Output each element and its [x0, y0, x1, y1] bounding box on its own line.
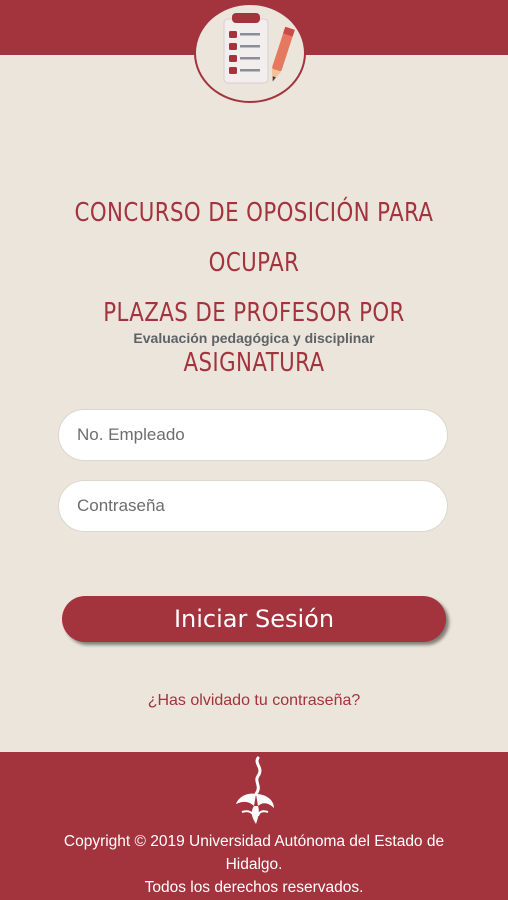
- copyright-line-2: Hidalgo.: [225, 856, 283, 873]
- title-line-1: CONCURSO DE OPOSICIÓN PARA OCUPAR: [74, 198, 434, 278]
- checklist-pencil-icon: [223, 13, 295, 84]
- page-subtitle: Evaluación pedagógica y disciplinar: [133, 330, 375, 346]
- header-logo: [194, 3, 306, 103]
- rights-text: Todos los derechos reservados.: [144, 879, 364, 896]
- copyright-line-1: Copyright © 2019 Universidad Autónoma de…: [63, 833, 445, 850]
- employee-number-input[interactable]: [58, 409, 448, 461]
- university-garza-icon: [236, 756, 274, 824]
- password-input[interactable]: [58, 480, 448, 532]
- footer: Copyright © 2019 Universidad Autónoma de…: [0, 752, 508, 900]
- page-title: CONCURSO DE OPOSICIÓN PARA OCUPAR PLAZAS…: [46, 188, 463, 388]
- forgot-password-link[interactable]: ¿Has olvidado tu contraseña?: [0, 692, 508, 710]
- footer-copyright: Copyright © 2019 Universidad Autónoma de…: [0, 830, 508, 899]
- login-button[interactable]: Iniciar Sesión: [62, 596, 446, 642]
